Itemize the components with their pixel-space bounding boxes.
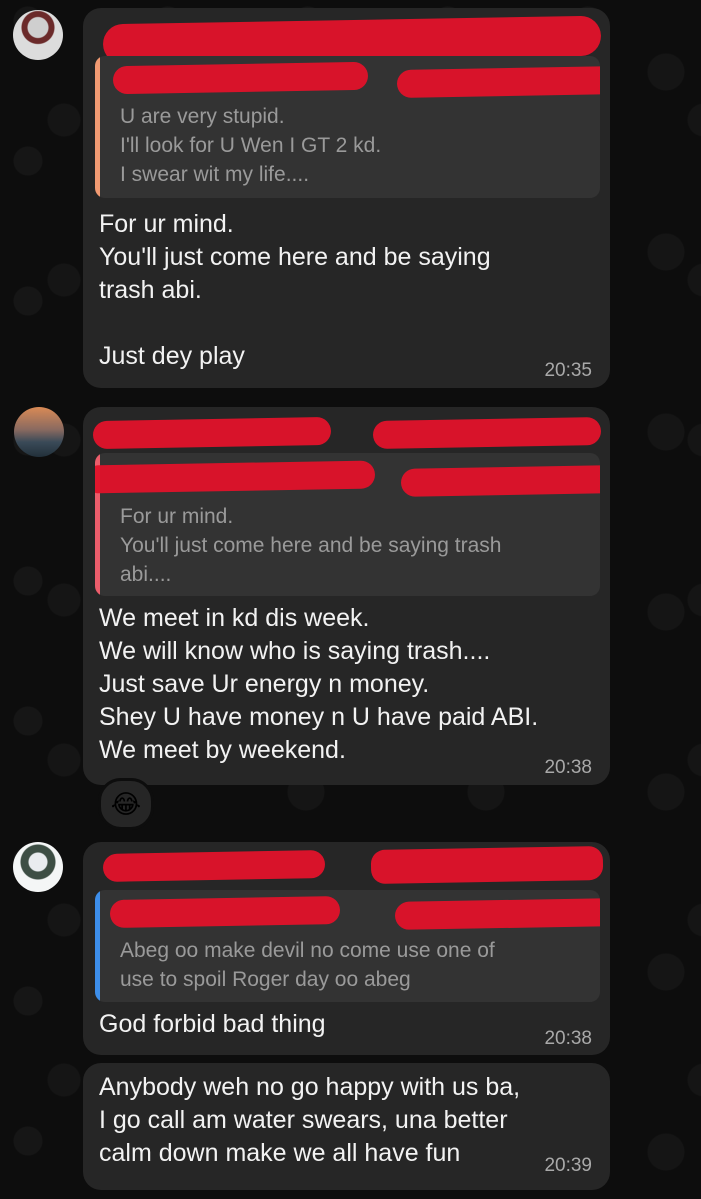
redacted-quote-author (394, 898, 600, 930)
quote-text: For ur mind. You'll just come here and b… (120, 505, 502, 586)
message-bubble[interactable]: Abeg oo make devil no come use one of us… (83, 842, 610, 1055)
message-time: 20:38 (544, 757, 592, 778)
message-bubble[interactable]: Anybody weh no go happy with us ba, I go… (83, 1063, 610, 1190)
quote-text: U are very stupid. I'll look for U Wen I… (120, 105, 382, 186)
sender-avatar[interactable] (13, 10, 63, 60)
message-bubble[interactable]: U are very stupid. I'll look for U Wen I… (83, 8, 610, 388)
sender-avatar[interactable] (13, 842, 63, 892)
quote-bar (95, 890, 100, 1002)
reaction-emoji[interactable]: 😂 (98, 778, 154, 830)
message-text: For ur mind. You'll just come here and b… (99, 210, 491, 370)
quote-bar (95, 56, 100, 198)
redacted-sender-name (102, 850, 326, 882)
message-text: God forbid bad thing (99, 1010, 326, 1038)
quote-text: Abeg oo make devil no come use one of us… (120, 939, 495, 991)
message-time: 20:39 (544, 1155, 592, 1176)
redacted-sender-name (92, 416, 332, 450)
redacted-sender-name (372, 417, 602, 449)
redacted-quote-author (400, 465, 600, 497)
message-time: 20:38 (544, 1028, 592, 1049)
redacted-quote-author (95, 460, 376, 494)
reply-quote[interactable]: Abeg oo make devil no come use one of us… (95, 890, 600, 1002)
message-text: Anybody weh no go happy with us ba, I go… (99, 1073, 521, 1167)
reply-quote[interactable]: U are very stupid. I'll look for U Wen I… (95, 56, 600, 198)
redacted-quote-author (396, 66, 600, 98)
sender-avatar[interactable] (14, 407, 64, 457)
redacted-quote-author (112, 61, 369, 95)
redacted-quote-author (109, 895, 341, 929)
message-text: We meet in kd dis week. We will know who… (99, 604, 539, 764)
redacted-sender-name (370, 845, 604, 885)
message-time: 20:35 (544, 360, 592, 381)
reply-quote[interactable]: For ur mind. You'll just come here and b… (95, 453, 600, 596)
message-bubble[interactable]: For ur mind. You'll just come here and b… (83, 407, 610, 785)
